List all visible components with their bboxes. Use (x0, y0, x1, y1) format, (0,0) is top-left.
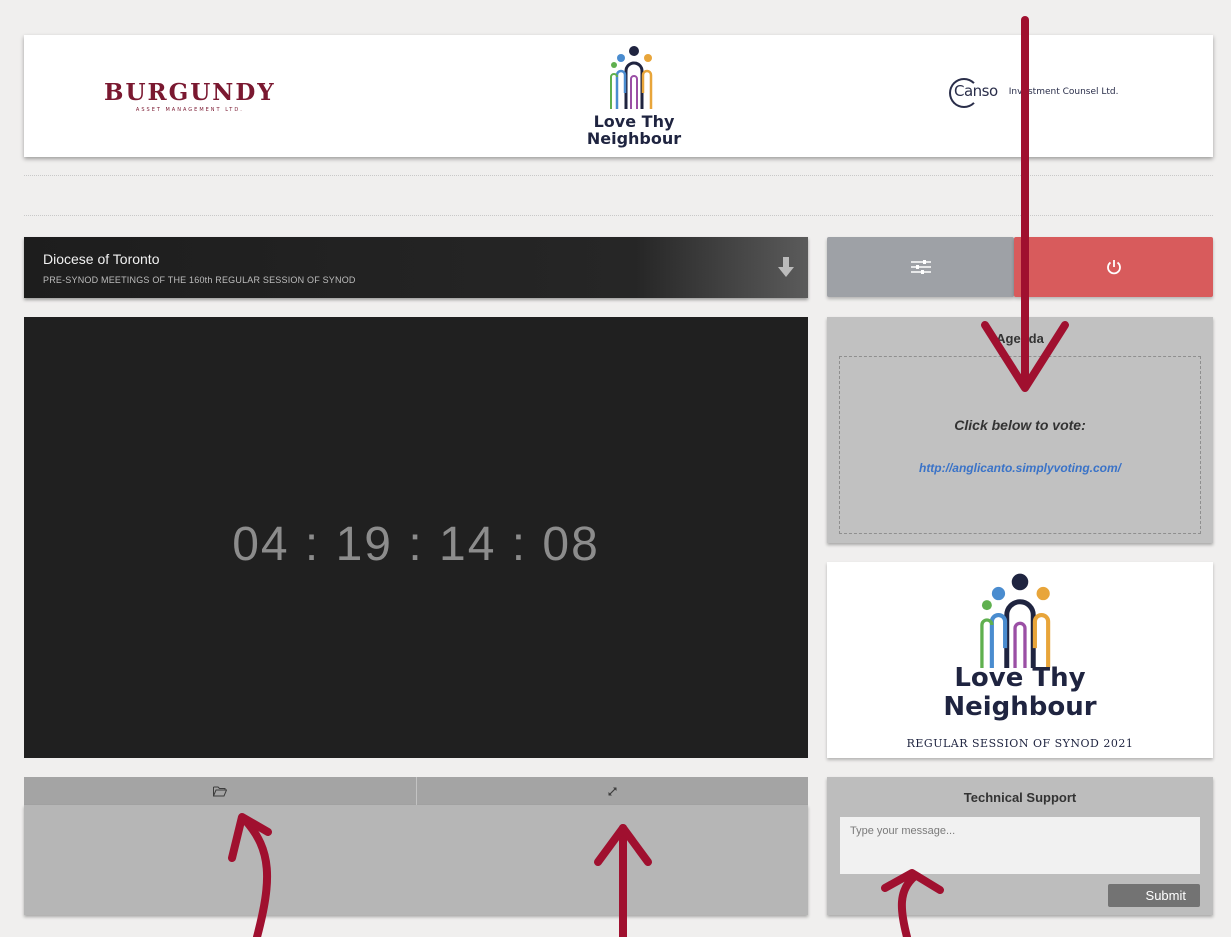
player-tool-panel (24, 805, 808, 915)
submit-button[interactable]: Submit (1108, 884, 1200, 907)
canso-name: Canso (949, 78, 998, 108)
love-thy-neighbour-logo: Love Thy Neighbour (584, 43, 684, 147)
people-icon (610, 46, 653, 109)
promo-title-line1: Love Thy (954, 663, 1086, 693)
synod-logo-panel: Love Thy Neighbour REGULAR SESSION OF SY… (827, 562, 1213, 758)
folder-button[interactable] (24, 777, 416, 805)
technical-support-panel: Technical Support Submit (827, 777, 1213, 915)
sliders-icon (910, 260, 931, 274)
agenda-panel: Agenda Click below to vote: http://angli… (827, 317, 1213, 543)
countdown-timer: 04 : 19 : 14 : 08 (232, 518, 600, 571)
event-session-title: PRE-SYNOD MEETINGS OF THE 160th REGULAR … (43, 275, 356, 285)
sponsor-banner: BURGUNDY ASSET MANAGEMENT LTD. Love Thy … (24, 35, 1213, 157)
vote-link[interactable]: http://anglicanto.simplyvoting.com/ (840, 461, 1200, 475)
canso-tagline: Investment Counsel Ltd. (1008, 86, 1119, 97)
promo-subtitle: REGULAR SESSION OF SYNOD 2021 (906, 737, 1134, 750)
support-heading: Technical Support (963, 790, 1077, 805)
agenda-heading: Agenda (996, 331, 1044, 346)
event-header: Diocese of Toronto PRE-SYNOD MEETINGS OF… (24, 237, 808, 298)
agenda-content: Click below to vote: http://anglicanto.s… (839, 356, 1201, 534)
people-icon (980, 573, 1051, 668)
ltn-title-line1: Love Thy (593, 112, 675, 131)
divider (24, 175, 1213, 176)
expand-icon (608, 787, 617, 795)
promo-title-line2: Neighbour (943, 692, 1097, 722)
divider (24, 215, 1213, 216)
video-player[interactable]: 04 : 19 : 14 : 08 (24, 317, 808, 758)
power-icon (1106, 260, 1121, 275)
event-organization: Diocese of Toronto (43, 251, 160, 267)
support-message-input[interactable] (840, 817, 1200, 874)
burgundy-name: BURGUNDY (104, 79, 276, 106)
folder-open-icon (212, 786, 227, 796)
burgundy-logo: BURGUNDY ASSET MANAGEMENT LTD. (104, 79, 276, 113)
fullscreen-button[interactable] (415, 777, 809, 805)
vote-prompt: Click below to vote: (954, 417, 1086, 433)
arrow-down-icon[interactable] (778, 257, 794, 282)
canso-logo: Canso Investment Counsel Ltd. (949, 78, 1119, 108)
ltn-title-line2: Neighbour (586, 129, 682, 148)
burgundy-tagline: ASSET MANAGEMENT LTD. (135, 107, 244, 113)
player-toolbar (24, 777, 808, 805)
power-button[interactable] (1014, 237, 1213, 297)
settings-button[interactable] (827, 237, 1014, 297)
